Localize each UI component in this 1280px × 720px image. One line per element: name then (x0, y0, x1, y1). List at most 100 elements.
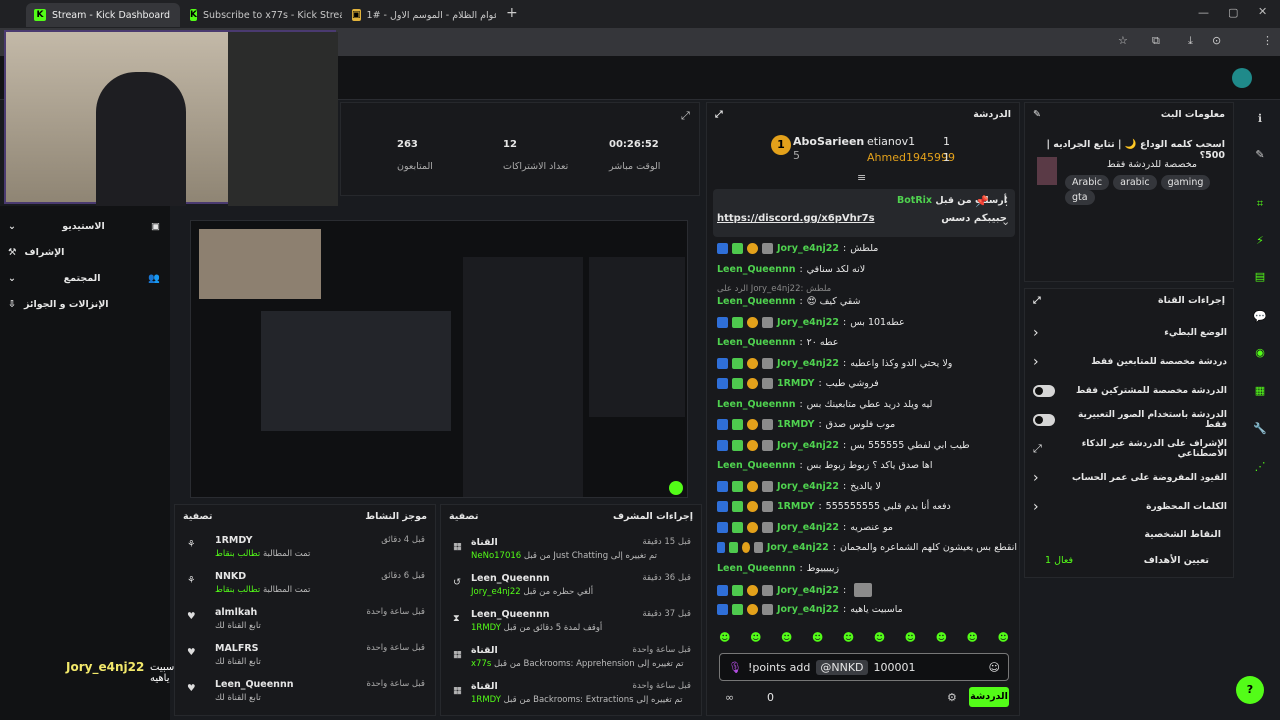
chat-username[interactable]: Jory_e4nj22 (777, 440, 839, 451)
chat-message: Leen_Queennn: شقي كيف 😍 (717, 296, 861, 307)
channel-action-row[interactable]: › دردشة مخصصة للمتابعين فقط (1033, 352, 1227, 372)
chat-username[interactable]: 1RMDY (777, 378, 814, 389)
layout-icon[interactable]: ▦ (1250, 380, 1270, 400)
share-icon[interactable]: ⋰ (1250, 456, 1270, 476)
modaction-user[interactable]: Leen_Queennn (471, 609, 549, 620)
activity-item: قبل ساعة واحدة Leen_Queennn تابع القناة لك… (185, 677, 425, 709)
tab-kick-dashboard[interactable]: K Stream - Kick Dashboard (26, 3, 180, 27)
chat-username[interactable]: Leen_Queennn (717, 399, 795, 410)
tab-subscribe-x77s[interactable]: K Subscribe to x77s - Kick Stream (182, 3, 342, 27)
chat-icon[interactable]: 💬 (1250, 306, 1270, 326)
activity-user[interactable]: MALFRS (215, 643, 259, 654)
activity-user[interactable]: Leen_Queennn (215, 679, 293, 690)
chat-username[interactable]: Leen_Queennn (717, 337, 795, 348)
pen-icon[interactable]: ✎ (1250, 144, 1270, 164)
tag-chip[interactable]: Arabic (1065, 175, 1110, 190)
chat-username[interactable]: 1RMDY (777, 501, 814, 512)
chat-username[interactable]: 1RMDY (777, 419, 814, 430)
leader-rank-badge: 1 (771, 135, 791, 155)
settings-icon[interactable]: ⚙ (947, 691, 957, 704)
profile-icon[interactable]: ⊙ (1212, 34, 1221, 47)
sidebar-item-drops[interactable]: ⇩ الإنزالات و الجوائز (8, 294, 160, 314)
avatar[interactable] (1232, 68, 1252, 88)
tab-darkness-years[interactable]: ▣ أعوام الظلام - الموسم الاول - #1 (344, 3, 496, 27)
activity-user[interactable]: 1RMDY (215, 535, 252, 546)
channel-action-row[interactable]: الدردشة باستخدام الصور التعبيرية فقط (1033, 410, 1227, 430)
help-button[interactable]: ? (1236, 676, 1264, 704)
expand-icon[interactable]: ⤢ (1033, 295, 1041, 306)
chevron-down-icon: ⌄ (8, 220, 16, 232)
chat-username[interactable]: Jory_e4nj22 (777, 358, 839, 369)
pinned-link[interactable]: https://discord.gg/x6pVhr7s (717, 213, 875, 224)
chat-username[interactable]: Jory_e4nj22 (777, 243, 839, 254)
toggle-switch[interactable] (1033, 385, 1055, 397)
channel-action-row[interactable]: الدردشة مخصصة للمشتركين فقط (1033, 381, 1227, 401)
minimize-button[interactable]: — (1198, 6, 1209, 19)
channel-action-row[interactable]: › الوضع البطيء (1033, 323, 1227, 343)
modaction-user[interactable]: القناة (471, 645, 498, 656)
chat-username[interactable]: Jory_e4nj22 (777, 522, 839, 533)
channel-action-row[interactable]: › الكلمات المحظورة (1033, 497, 1227, 517)
close-window-button[interactable]: ✕ (1258, 5, 1267, 18)
emote-bar[interactable]: ☻ ☻ ☻ ☻ ☻ ☻ ☻ ☻ ☻ ☻ (719, 631, 1009, 647)
activity-item: قبل ساعة واحدة MALFRS تابع القناة لك ♥ (185, 641, 425, 673)
expand-icon[interactable]: ⤢ (681, 109, 690, 123)
activity-user[interactable]: almlkah (215, 607, 257, 618)
goals-link[interactable]: تعيين الأهداف (1144, 555, 1209, 566)
sidebar-item-moderation[interactable]: ⚒ الإشراف (8, 242, 160, 262)
info-icon[interactable]: ℹ (1250, 108, 1270, 128)
tag-chip[interactable]: gaming (1160, 175, 1211, 190)
chat-username[interactable]: Leen_Queennn (717, 460, 795, 471)
menu-icon[interactable]: ⋮ (1262, 34, 1273, 47)
modactions-filter-button[interactable]: تصفية (449, 511, 478, 522)
send-chat-button[interactable]: الدردشة (969, 687, 1009, 707)
emote-badge-icon (754, 542, 763, 553)
channel-action-row[interactable]: ⤢ الإشراف على الدردشة عبر الذكاء الاصطناع… (1033, 439, 1227, 459)
sidebar-item-community[interactable]: ⌄ المجتمع 👥 (8, 268, 160, 288)
download-icon[interactable]: ⤓ (1188, 34, 1193, 48)
broadcast-icon[interactable]: ◉ (1250, 342, 1270, 362)
channel-action-row[interactable]: › القيود المفروضة على عمر الحساب (1033, 468, 1227, 488)
modaction-user[interactable]: القناة (471, 537, 498, 548)
maximize-button[interactable]: ▢ (1228, 6, 1238, 19)
activity-user[interactable]: NNKD (215, 571, 246, 582)
emote-badge-icon (762, 378, 773, 389)
chat-username[interactable]: Leen_Queennn (717, 296, 795, 307)
pin-icon[interactable]: 📌 (975, 195, 989, 208)
chevron-right-icon: › (1033, 499, 1039, 515)
chat-username[interactable]: Leen_Queennn (717, 563, 795, 574)
tag-chip[interactable]: arabic (1113, 175, 1157, 190)
pinned-menu-icon[interactable]: ⋮ (1001, 195, 1012, 208)
chat-text: عطه101 بس (850, 316, 905, 328)
modactions-header: إجراءات المشرف تصفية (441, 505, 701, 527)
chat-username[interactable]: Jory_e4nj22 (777, 317, 839, 328)
sidebar-item-studio[interactable]: ⌄ الاستيديو ▣ (8, 216, 160, 236)
toggle-switch[interactable] (1033, 414, 1055, 426)
wrench-icon[interactable]: 🔧 (1250, 418, 1270, 438)
activity-filter-button[interactable]: تصفية (183, 511, 212, 522)
list-icon[interactable]: ▤ (1250, 266, 1270, 286)
chat-username[interactable]: Jory_e4nj22 (777, 585, 839, 596)
leaderboard-toggle-icon[interactable]: ≡ (857, 171, 866, 184)
edit-icon[interactable]: ✎ (1033, 109, 1041, 120)
emoji-icon[interactable]: ☺ (989, 661, 1000, 674)
modaction-user[interactable]: Leen_Queennn (471, 573, 549, 584)
chat-username[interactable]: Jory_e4nj22 (777, 604, 839, 615)
bolt-icon[interactable]: ⚡ (1250, 230, 1270, 250)
chat-input[interactable]: 🎙 !points add @NNKD 100001 ☺ (719, 653, 1009, 681)
expand-icon[interactable]: ⤢ (715, 109, 723, 120)
crop-icon[interactable]: ⌗ (1250, 194, 1270, 214)
chat-username[interactable]: Jory_e4nj22 (767, 542, 829, 553)
mic-icon[interactable]: 🎙 (728, 661, 742, 674)
modaction-user[interactable]: القناة (471, 681, 498, 692)
chat-username[interactable]: Jory_e4nj22 (777, 481, 839, 492)
star-icon[interactable]: ☆ (1118, 34, 1128, 47)
extensions-icon[interactable]: ⧉ (1152, 34, 1160, 48)
tag-chip[interactable]: gta (1065, 190, 1095, 205)
chat-message: Jory_e4nj22: انقطع بس يعيشون كلهم الشماعر… (717, 542, 1017, 553)
chevron-down-icon[interactable]: ⌄ (1001, 215, 1010, 228)
new-tab-button[interactable]: + (506, 5, 518, 21)
category-thumb (1037, 157, 1057, 185)
leader-count-2: 1 (943, 135, 950, 148)
chat-username[interactable]: Leen_Queennn (717, 264, 795, 275)
